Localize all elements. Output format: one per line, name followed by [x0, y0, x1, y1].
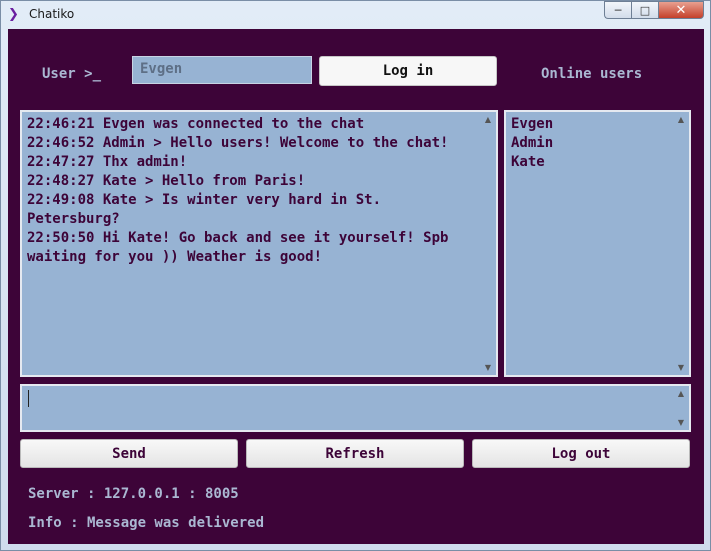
chat-messages: 22:46:21 Evgen was connected to the chat… [27, 115, 476, 267]
logout-button[interactable]: Log out [472, 439, 690, 468]
scroll-down-icon[interactable]: ▼ [678, 418, 684, 427]
scroll-up-icon[interactable]: ▲ [485, 115, 491, 124]
chat-message: 22:46:21 Evgen was connected to the chat [27, 116, 365, 132]
maximize-button[interactable]: □ [631, 1, 658, 19]
online-user-item[interactable]: Evgen [511, 115, 669, 134]
chat-message: 22:50:50 Hi Kate! Go back and see it you… [27, 230, 457, 265]
title-bar[interactable]: ❯_ Chatiko ─ □ ✕ [1, 1, 710, 38]
login-button[interactable]: Log in [319, 56, 497, 86]
close-icon: ✕ [675, 2, 687, 18]
chat-message: 22:48:27 Kate > Hello from Paris! [27, 173, 306, 189]
scroll-down-icon[interactable]: ▼ [678, 363, 684, 372]
client-area: User >_ Evgen Log in Online users 22:46:… [8, 29, 704, 544]
online-users-list[interactable]: Evgen Admin Kate ▲ ▼ [504, 110, 691, 377]
username-input[interactable]: Evgen [132, 56, 312, 84]
send-button[interactable]: Send [20, 439, 238, 468]
window-title: Chatiko [29, 7, 75, 21]
message-scrollbar[interactable]: ▲ ▼ [672, 386, 689, 430]
text-caret [28, 390, 29, 407]
chat-message: 22:47:27 Thx admin! [27, 154, 188, 170]
chat-message: 22:46:52 Admin > Hello users! Welcome to… [27, 135, 449, 151]
refresh-button[interactable]: Refresh [246, 439, 464, 468]
message-input[interactable]: ▲ ▼ [20, 384, 691, 432]
maximize-icon: □ [639, 3, 651, 17]
terminal-prompt-icon: ❯_ [8, 7, 19, 38]
user-label: User >_ [42, 66, 102, 82]
users-scrollbar[interactable]: ▲ ▼ [672, 112, 689, 375]
scroll-up-icon[interactable]: ▲ [678, 389, 684, 398]
info-status: Info : Message was delivered [28, 515, 265, 531]
online-users-label: Online users [541, 66, 643, 82]
chat-scrollbar[interactable]: ▲ ▼ [479, 112, 496, 375]
chat-window: ❯_ Chatiko ─ □ ✕ User >_ Evgen Log in On… [0, 0, 711, 551]
online-user-item[interactable]: Kate [511, 153, 669, 172]
minimize-button[interactable]: ─ [604, 1, 631, 19]
window-controls: ─ □ ✕ [604, 1, 704, 20]
online-user-item[interactable]: Admin [511, 134, 669, 153]
close-button[interactable]: ✕ [658, 1, 704, 19]
minimize-icon: ─ [614, 3, 622, 17]
scroll-down-icon[interactable]: ▼ [485, 363, 491, 372]
scroll-up-icon[interactable]: ▲ [678, 115, 684, 124]
users-entries: Evgen Admin Kate [511, 115, 669, 172]
server-status: Server : 127.0.0.1 : 8005 [28, 486, 239, 502]
chat-log[interactable]: 22:46:21 Evgen was connected to the chat… [20, 110, 498, 377]
chat-message: 22:49:08 Kate > Is winter very hard in S… [27, 192, 390, 227]
